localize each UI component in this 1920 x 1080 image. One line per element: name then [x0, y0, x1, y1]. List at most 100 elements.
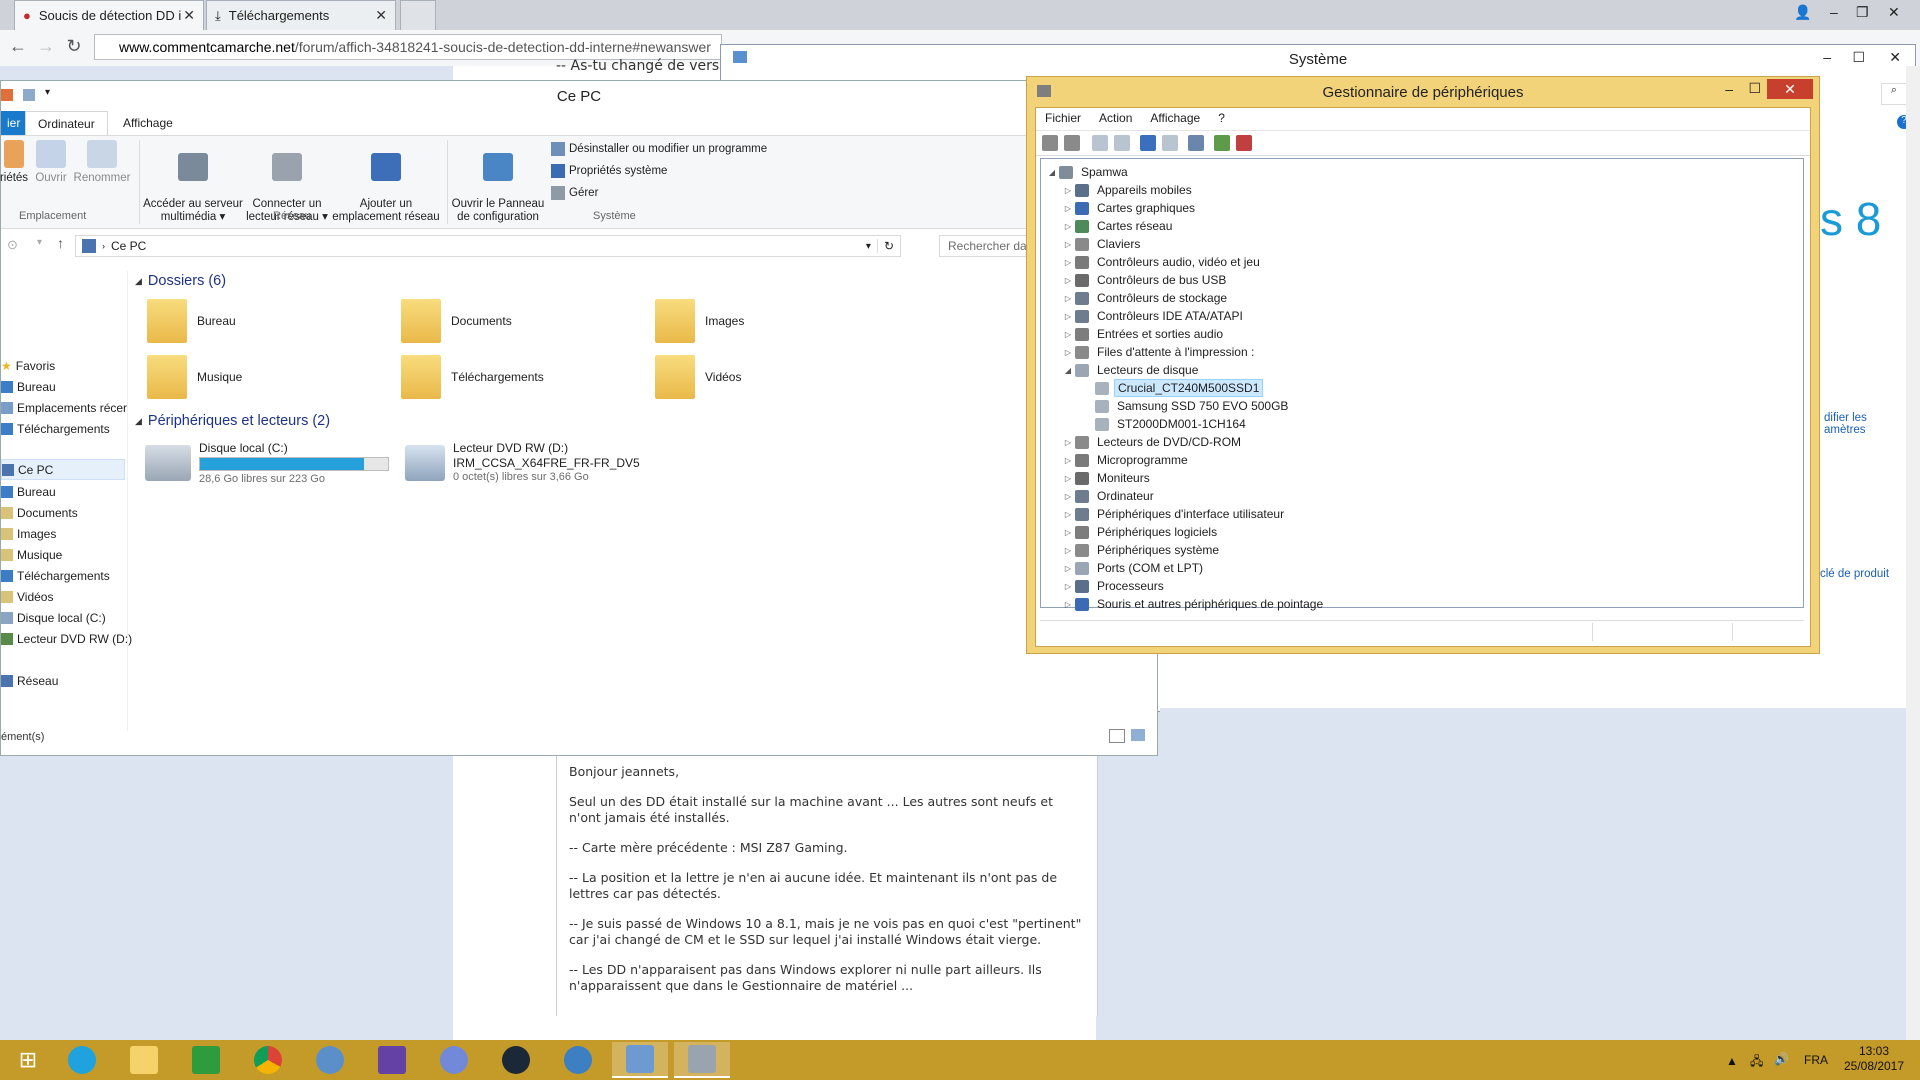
tree-disk-item[interactable]: Crucial_CT240M500SSD1: [1081, 379, 1264, 397]
tiles-view-icon[interactable]: [1131, 729, 1145, 741]
new-tab-button[interactable]: [400, 0, 436, 30]
list-view-icon[interactable]: [1162, 135, 1178, 151]
open-button[interactable]: Ouvrir: [31, 140, 71, 185]
folder-documents[interactable]: Documents: [401, 299, 512, 343]
taskbar-settings[interactable]: [302, 1042, 358, 1078]
chevron-down-icon[interactable]: ▾: [866, 241, 871, 252]
close-button[interactable]: ✕: [1888, 4, 1900, 21]
help-icon[interactable]: [1140, 135, 1156, 151]
folder-musique[interactable]: Musique: [147, 355, 242, 399]
tree-category[interactable]: ▷ Contrôleurs de stockage: [1061, 289, 1230, 307]
tree-category[interactable]: ▷ Cartes réseau: [1061, 217, 1175, 235]
tree-category[interactable]: ▷ Entrées et sorties audio: [1061, 325, 1226, 343]
tree-category[interactable]: ▷ Claviers: [1061, 235, 1143, 253]
maximize-button[interactable]: ☐: [1748, 80, 1761, 97]
tab-ordinateur[interactable]: Ordinateur: [25, 111, 108, 136]
nav-pc-bureau[interactable]: Bureau: [1, 481, 56, 502]
minimize-button[interactable]: –: [1823, 49, 1831, 65]
media-server-button[interactable]: Accéder au serveur multimédia ▾: [143, 140, 243, 237]
taskbar-system[interactable]: [612, 1042, 668, 1078]
tree-disk-item[interactable]: ST2000DM001-1CH164: [1081, 415, 1249, 433]
menu-affichage[interactable]: Affichage: [1141, 108, 1209, 130]
taskbar-ie[interactable]: [54, 1042, 110, 1078]
close-button[interactable]: ✕: [1767, 79, 1813, 99]
tab-downloads[interactable]: ⤓ Téléchargements ✕: [206, 0, 396, 30]
nav-fav-recent[interactable]: Emplacements récer: [1, 397, 127, 418]
clock[interactable]: 13:03 25/08/2017: [1842, 1044, 1906, 1074]
nav-pc-downloads[interactable]: Téléchargements: [1, 565, 110, 586]
address-bar[interactable]: › Ce PC ▾ ↻: [75, 235, 901, 257]
tree-category[interactable]: ▷ Moniteurs: [1061, 469, 1153, 487]
manage-button[interactable]: Gérer: [551, 186, 598, 200]
start-button[interactable]: ⊞: [0, 1042, 56, 1078]
folder-videos[interactable]: Vidéos: [655, 355, 741, 399]
nav-fav-downloads[interactable]: Téléchargements: [1, 418, 110, 439]
devices-header[interactable]: ◢ Périphériques et lecteurs (2): [135, 413, 330, 429]
nav-pc-musique[interactable]: Musique: [1, 544, 62, 565]
tray-chevron-icon[interactable]: ▲: [1726, 1054, 1738, 1068]
tree-category[interactable]: ▷ Périphériques logiciels: [1061, 523, 1220, 541]
nav-fav-bureau[interactable]: Bureau: [1, 376, 56, 397]
nav-favoris[interactable]: ★ Favoris: [1, 355, 55, 376]
recent-chevron-icon[interactable]: ▾: [37, 237, 42, 248]
tree-category[interactable]: ▷ Processeurs: [1061, 577, 1167, 595]
tree-category[interactable]: ▷ Microprogramme: [1061, 451, 1191, 469]
tree-category[interactable]: ▷ Contrôleurs IDE ATA/ATAPI: [1061, 307, 1246, 325]
taskbar-chrome[interactable]: [240, 1042, 296, 1078]
menu-fichier[interactable]: Fichier: [1036, 108, 1090, 130]
properties-icon[interactable]: [1114, 135, 1130, 151]
nav-pc-disk-c[interactable]: Disque local (C:): [1, 607, 106, 628]
tree-category[interactable]: ▷ Cartes graphiques: [1061, 199, 1198, 217]
search-icon[interactable]: ⌕: [1881, 83, 1907, 105]
taskbar-store[interactable]: [178, 1042, 234, 1078]
control-panel-button[interactable]: Ouvrir le Panneau de configuration: [451, 140, 545, 237]
tree-disk-item[interactable]: Samsung SSD 750 EVO 500GB: [1081, 397, 1291, 415]
menu-help[interactable]: ?: [1209, 108, 1234, 130]
folder-images[interactable]: Images: [655, 299, 744, 343]
map-drive-button[interactable]: Connecter un lecteur réseau ▾: [245, 140, 329, 237]
tree-view-icon[interactable]: [1092, 135, 1108, 151]
uninstall-button[interactable]: Désinstaller ou modifier un programme: [551, 142, 767, 156]
tab-file[interactable]: ier: [1, 111, 27, 135]
tree-category[interactable]: ▷ Souris et autres périphériques de point…: [1061, 595, 1326, 613]
maximize-button[interactable]: ☐: [1852, 49, 1865, 66]
nav-pc-images[interactable]: Images: [1, 523, 56, 544]
nav-pc-documents[interactable]: Documents: [1, 502, 78, 523]
reload-icon[interactable]: ↻: [62, 34, 86, 58]
close-icon[interactable]: ✕: [375, 7, 387, 24]
system-properties-button[interactable]: Propriétés système: [551, 164, 667, 178]
volume-icon[interactable]: 🔊: [1774, 1052, 1789, 1066]
nav-cepc[interactable]: Ce PC: [1, 459, 125, 480]
uninstall-device-icon[interactable]: [1236, 135, 1252, 151]
tree-category[interactable]: ▷ Ports (COM et LPT): [1061, 559, 1206, 577]
tree-category[interactable]: ▷ Contrôleurs audio, vidéo et jeu: [1061, 253, 1263, 271]
tree-category[interactable]: ▷ Contrôleurs de bus USB: [1061, 271, 1229, 289]
details-view-icon[interactable]: [1109, 729, 1125, 743]
settings-link[interactable]: difier les amètres: [1824, 412, 1867, 436]
maximize-button[interactable]: ❐: [1856, 4, 1869, 21]
nav-pc-dvd-d[interactable]: Lecteur DVD RW (D:): [1, 628, 132, 649]
taskbar-steam[interactable]: [488, 1042, 544, 1078]
tree-category[interactable]: ◢ Lecteurs de disque: [1061, 361, 1201, 379]
back-icon[interactable]: ←: [6, 34, 30, 58]
taskbar-explorer[interactable]: [116, 1042, 172, 1078]
tree-category[interactable]: ▷ Files d'attente à l'impression :: [1061, 343, 1257, 361]
taskbar-device-manager[interactable]: [674, 1042, 730, 1078]
forward-icon[interactable]: →: [34, 34, 58, 58]
product-key-link[interactable]: clé de produit: [1820, 568, 1889, 580]
url-input[interactable]: www.commentcamarche.net/forum/affich-348…: [94, 34, 722, 60]
tree-category[interactable]: ▷ Lecteurs de DVD/CD-ROM: [1061, 433, 1244, 451]
folders-header[interactable]: ◢ Dossiers (6): [135, 273, 226, 289]
taskbar-twitch[interactable]: [364, 1042, 420, 1078]
scan-hardware-icon[interactable]: [1188, 135, 1204, 151]
tab-affichage[interactable]: Affichage: [111, 111, 185, 135]
user-icon[interactable]: 👤: [1794, 4, 1811, 21]
taskbar-ccleaner[interactable]: [550, 1042, 606, 1078]
language-indicator[interactable]: FRA: [1804, 1053, 1828, 1067]
close-icon[interactable]: ✕: [183, 7, 195, 24]
taskbar-discord[interactable]: [426, 1042, 482, 1078]
properties-button[interactable]: riétés: [0, 140, 31, 185]
refresh-icon[interactable]: ↻: [876, 239, 900, 253]
network-icon[interactable]: 🖧: [1750, 1052, 1763, 1073]
tree-category[interactable]: ▷ Appareils mobiles: [1061, 181, 1195, 199]
